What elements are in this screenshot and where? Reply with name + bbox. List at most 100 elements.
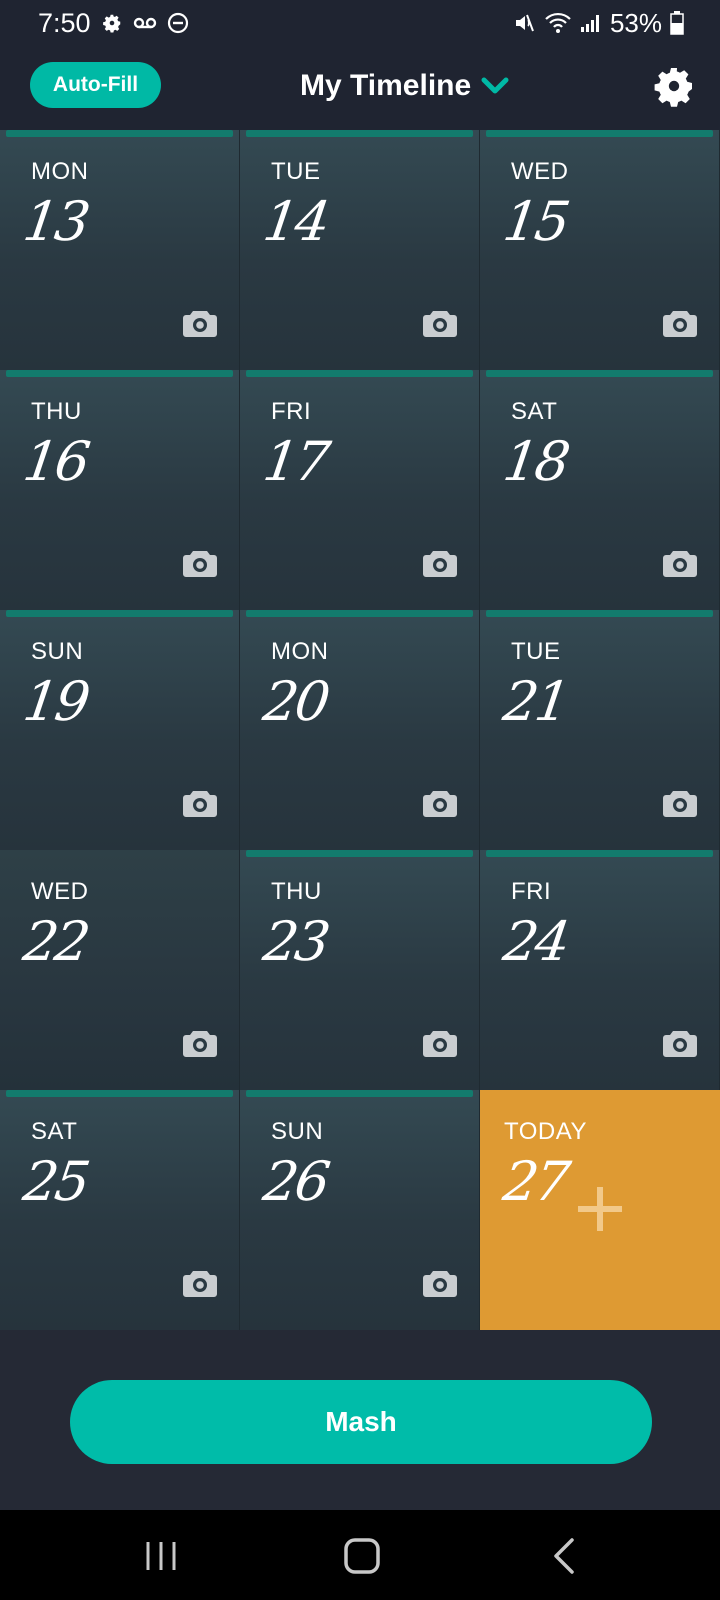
camera-icon[interactable] bbox=[422, 548, 458, 578]
do-not-disturb-icon bbox=[167, 12, 188, 34]
status-time: 7:50 bbox=[38, 8, 91, 38]
recents-icon bbox=[146, 1542, 176, 1570]
back-icon bbox=[554, 1538, 574, 1574]
day-indicator-bar bbox=[246, 370, 473, 377]
date-number: 25 bbox=[19, 1150, 92, 1213]
recents-button[interactable] bbox=[139, 1534, 183, 1578]
day-cell[interactable]: THU 16 bbox=[0, 370, 240, 610]
day-indicator-bar bbox=[486, 130, 713, 137]
camera-icon[interactable] bbox=[662, 788, 698, 818]
day-cell[interactable]: SAT 18 bbox=[480, 370, 720, 610]
day-label: TODAY bbox=[504, 1118, 587, 1145]
camera-icon[interactable] bbox=[182, 1268, 218, 1298]
day-indicator-bar bbox=[6, 130, 233, 137]
day-cell[interactable]: SAT 25 bbox=[0, 1090, 240, 1330]
day-indicator-bar bbox=[246, 850, 473, 857]
date-number: 17 bbox=[259, 430, 332, 493]
date-number: 20 bbox=[259, 670, 332, 733]
day-label: THU bbox=[31, 398, 82, 425]
camera-icon[interactable] bbox=[422, 308, 458, 338]
camera-icon[interactable] bbox=[662, 548, 698, 578]
system-nav-bar bbox=[0, 1510, 720, 1600]
day-cell[interactable]: WED 15 bbox=[480, 130, 720, 370]
day-label: FRI bbox=[511, 878, 552, 905]
camera-icon[interactable] bbox=[182, 548, 218, 578]
camera-icon[interactable] bbox=[422, 1268, 458, 1298]
auto-fill-button[interactable]: Auto-Fill bbox=[30, 62, 161, 108]
app-screen: 7:50 53% Auto-Fill My Timeline MON 13 TU… bbox=[0, 0, 720, 1600]
day-label: MON bbox=[271, 638, 329, 665]
signal-icon bbox=[580, 15, 599, 32]
wifi-icon bbox=[545, 12, 571, 33]
day-label: TUE bbox=[511, 638, 561, 665]
timeline-selector[interactable]: My Timeline bbox=[300, 64, 509, 108]
date-number: 27 bbox=[499, 1150, 572, 1213]
day-indicator-bar bbox=[246, 130, 473, 137]
day-cell[interactable]: MON 20 bbox=[240, 610, 480, 850]
day-cell[interactable]: FRI 17 bbox=[240, 370, 480, 610]
day-cell[interactable]: THU 23 bbox=[240, 850, 480, 1090]
home-icon bbox=[344, 1538, 380, 1574]
day-label: SAT bbox=[31, 1118, 78, 1145]
back-button[interactable] bbox=[542, 1534, 586, 1578]
gear-icon bbox=[102, 14, 120, 33]
status-bar: 7:50 53% bbox=[0, 0, 720, 46]
date-number: 18 bbox=[499, 430, 572, 493]
day-indicator-bar bbox=[6, 610, 233, 617]
date-number: 21 bbox=[499, 670, 572, 733]
day-cell[interactable]: SUN 26 bbox=[240, 1090, 480, 1330]
camera-icon[interactable] bbox=[182, 1028, 218, 1058]
settings-button[interactable] bbox=[650, 62, 698, 110]
date-number: 13 bbox=[19, 190, 92, 253]
date-number: 23 bbox=[259, 910, 332, 973]
day-indicator-bar bbox=[486, 850, 713, 857]
camera-icon[interactable] bbox=[182, 788, 218, 818]
day-indicator-bar bbox=[246, 1090, 473, 1097]
date-number: 22 bbox=[19, 910, 92, 973]
date-number: 19 bbox=[19, 670, 92, 733]
voicemail-icon bbox=[133, 17, 156, 29]
day-label: TUE bbox=[271, 158, 321, 185]
day-indicator-bar bbox=[486, 370, 713, 377]
home-button[interactable] bbox=[340, 1534, 384, 1578]
camera-icon[interactable] bbox=[182, 308, 218, 338]
battery-percent: 53% bbox=[609, 8, 662, 38]
battery-icon bbox=[670, 11, 684, 35]
day-cell[interactable]: SUN 19 bbox=[0, 610, 240, 850]
gear-icon bbox=[654, 68, 692, 107]
day-label: SUN bbox=[31, 638, 84, 665]
camera-icon[interactable] bbox=[662, 308, 698, 338]
page-title: My Timeline bbox=[300, 69, 472, 102]
day-cell[interactable]: TUE 14 bbox=[240, 130, 480, 370]
camera-icon[interactable] bbox=[422, 788, 458, 818]
day-indicator-bar bbox=[6, 370, 233, 377]
date-number: 14 bbox=[259, 190, 332, 253]
date-number: 15 bbox=[499, 190, 572, 253]
day-label: MON bbox=[31, 158, 89, 185]
day-label: WED bbox=[31, 878, 89, 905]
today-cell[interactable]: TODAY 27 bbox=[480, 1090, 720, 1330]
timeline-grid: MON 13 TUE 14 WED 15 THU 16 FRI 17 SAT 18 SUN 19 MON 20… bbox=[0, 130, 720, 1330]
day-label: THU bbox=[271, 878, 322, 905]
day-indicator-bar bbox=[246, 610, 473, 617]
day-cell[interactable]: MON 13 bbox=[0, 130, 240, 370]
plus-icon[interactable] bbox=[576, 1185, 624, 1233]
date-number: 16 bbox=[19, 430, 92, 493]
day-label: WED bbox=[511, 158, 569, 185]
mute-icon bbox=[515, 14, 534, 32]
day-indicator-bar bbox=[486, 610, 713, 617]
day-indicator-bar bbox=[6, 1090, 233, 1097]
day-label: SUN bbox=[271, 1118, 324, 1145]
day-label: SAT bbox=[511, 398, 558, 425]
day-cell[interactable]: FRI 24 bbox=[480, 850, 720, 1090]
camera-icon[interactable] bbox=[662, 1028, 698, 1058]
day-label: FRI bbox=[271, 398, 312, 425]
day-cell[interactable]: WED 22 bbox=[0, 850, 240, 1090]
mash-button[interactable]: Mash bbox=[70, 1380, 652, 1464]
chevron-down-icon bbox=[481, 77, 509, 94]
camera-icon[interactable] bbox=[422, 1028, 458, 1058]
day-cell[interactable]: TUE 21 bbox=[480, 610, 720, 850]
app-header: Auto-Fill My Timeline bbox=[0, 46, 720, 130]
date-number: 26 bbox=[259, 1150, 332, 1213]
date-number: 24 bbox=[499, 910, 572, 973]
